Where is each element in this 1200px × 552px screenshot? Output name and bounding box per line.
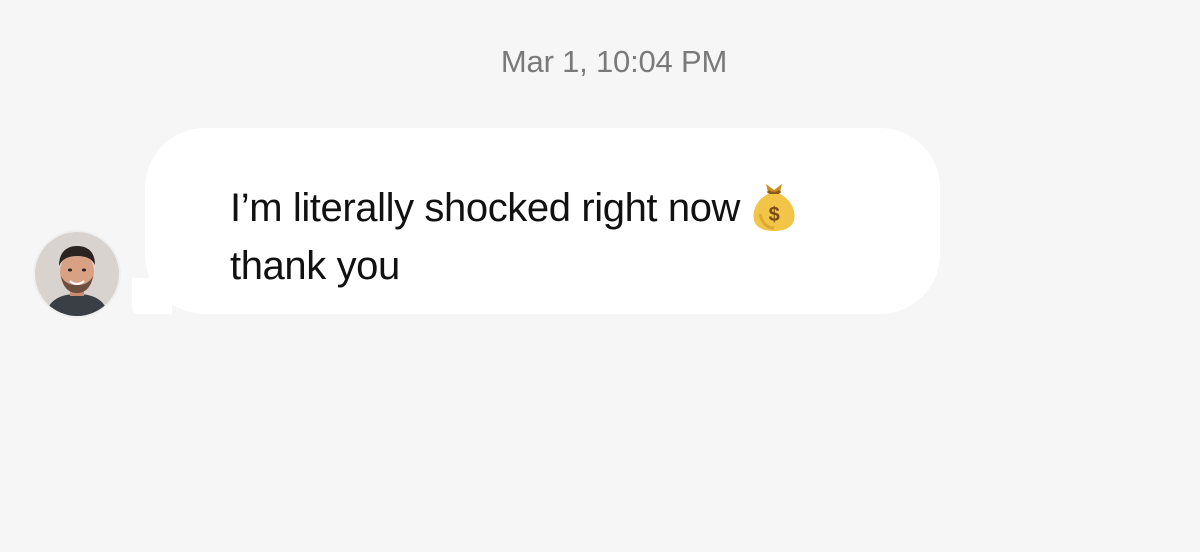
sender-avatar[interactable] <box>35 232 119 316</box>
money-bag-icon: $ <box>748 176 800 232</box>
person-avatar-icon <box>35 232 119 316</box>
message-text: I’m literally shocked right now $ thank … <box>230 180 930 294</box>
message-line-1: I’m literally shocked right now $ <box>230 180 930 238</box>
message-line-2: thank you <box>230 244 400 289</box>
svg-text:$: $ <box>769 204 780 226</box>
message-line-1-text: I’m literally shocked right now <box>230 186 741 230</box>
message-timestamp: Mar 1, 10:04 PM <box>500 44 728 79</box>
